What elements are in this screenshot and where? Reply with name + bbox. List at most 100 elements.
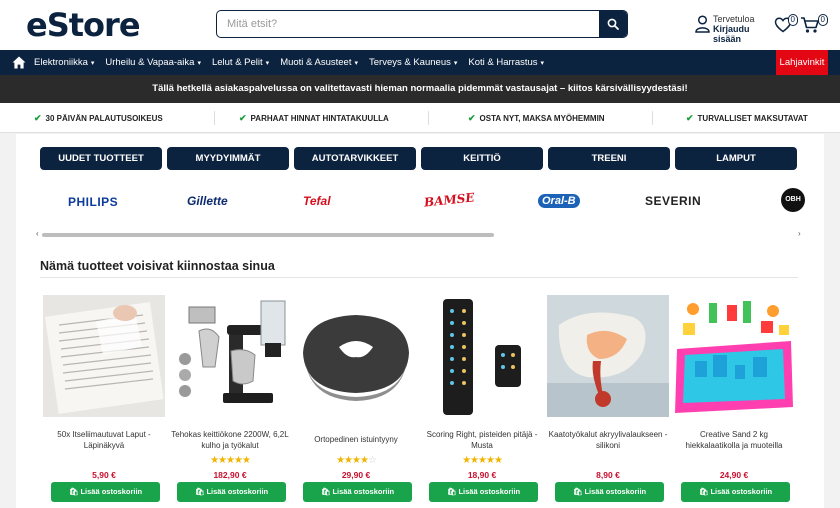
product-card[interactable]: Scoring Right, pisteiden pitäjä - Musta … bbox=[421, 295, 543, 508]
category-button-treeni[interactable]: TREENI bbox=[548, 147, 670, 170]
brand-logo-obh[interactable]: OBH bbox=[781, 188, 805, 212]
gift-ideas-button[interactable]: Lahjavinkit bbox=[776, 50, 828, 75]
check-icon: ✔ bbox=[686, 113, 694, 123]
nav-item-lelut[interactable]: Lelut & Pelit ▾ bbox=[212, 50, 280, 75]
add-to-cart-button[interactable]: 🛍 Lisää ostoskoriin bbox=[681, 482, 790, 502]
divider bbox=[40, 277, 798, 278]
star-icon: ★★★★★ bbox=[462, 455, 503, 466]
product-price: 24,90 € bbox=[719, 470, 749, 480]
home-button[interactable] bbox=[9, 53, 29, 72]
brand-logo-philips[interactable]: PHILIPS bbox=[68, 195, 118, 209]
product-card[interactable]: Tehokas keittiökone 2200W, 6,2L kulho ja… bbox=[169, 295, 291, 508]
product-image-graphic bbox=[421, 295, 543, 417]
wishlist-count-badge: 0 bbox=[787, 14, 798, 26]
add-to-cart-button[interactable]: 🛍 Lisää ostoskoriin bbox=[555, 482, 664, 502]
search-button[interactable] bbox=[599, 11, 627, 37]
product-image[interactable] bbox=[169, 295, 291, 417]
nav-item-terveys[interactable]: Terveys & Kauneus ▾ bbox=[369, 50, 468, 75]
product-image[interactable] bbox=[295, 295, 417, 417]
chevron-down-icon: ▾ bbox=[90, 60, 95, 67]
add-to-cart-label: Lisää ostoskoriin bbox=[206, 487, 269, 496]
store-logo[interactable]: eStore bbox=[26, 6, 141, 44]
product-card[interactable]: Creative Sand 2 kg hiekkalaatikolla ja m… bbox=[673, 295, 795, 508]
product-price: 29,90 € bbox=[341, 470, 371, 480]
nav-item-urheilu[interactable]: Urheilu & Vapaa-aika ▾ bbox=[105, 50, 212, 75]
add-to-cart-button[interactable]: 🛍 Lisää ostoskoriin bbox=[429, 482, 538, 502]
product-image[interactable] bbox=[43, 295, 165, 417]
chevron-down-icon: ▾ bbox=[540, 60, 545, 67]
divider bbox=[214, 111, 215, 125]
rating-stars: ★★★★★ bbox=[421, 455, 543, 466]
product-image[interactable] bbox=[421, 295, 543, 417]
brand-carousel: PHILIPS Gillette Tefal BAMSE Oral-B SEVE… bbox=[32, 184, 808, 224]
notice-banner: Tällä hetkellä asiakaspalvelussa on vali… bbox=[0, 75, 840, 103]
brand-logo-bamse[interactable]: BAMSE bbox=[423, 190, 475, 209]
brand-logo-tefal[interactable]: Tefal bbox=[303, 194, 331, 208]
usp-item: ✔ 30 PÄIVÄN PALAUTUSOIKEUS bbox=[34, 103, 163, 133]
product-card[interactable]: Ortopedinen istuintyyny ★★★★☆ 29,90 € 🛍 … bbox=[295, 295, 417, 508]
product-name[interactable]: Tehokas keittiökone 2200W, 6,2L kulho ja… bbox=[169, 429, 291, 451]
wishlist-button[interactable]: 0 bbox=[774, 14, 798, 34]
category-button-lamput[interactable]: LAMPUT bbox=[675, 147, 797, 170]
usp-item: ✔ TURVALLISET MAKSUTAVAT bbox=[686, 103, 808, 133]
brand-scrollbar[interactable] bbox=[42, 233, 798, 237]
divider bbox=[652, 111, 653, 125]
header: eStore Tervetuloa Kirjaudu sisään 0 0 bbox=[0, 0, 840, 50]
scrollbar-thumb[interactable] bbox=[42, 233, 494, 237]
add-to-cart-label: Lisää ostoskoriin bbox=[458, 487, 521, 496]
product-name[interactable]: Kaatotyökalut akryylivalaukseen - siliko… bbox=[547, 429, 669, 451]
nav-item-elektroniikka[interactable]: Elektroniikka ▾ bbox=[34, 50, 105, 75]
product-name[interactable]: Ortopedinen istuintyyny bbox=[295, 434, 417, 445]
main-nav: Elektroniikka ▾ Urheilu & Vapaa-aika ▾ Lel… bbox=[0, 50, 840, 75]
product-image[interactable] bbox=[673, 295, 795, 417]
product-name[interactable]: Creative Sand 2 kg hiekkalaatikolla ja m… bbox=[673, 429, 795, 451]
account-link[interactable]: Tervetuloa Kirjaudu sisään bbox=[695, 13, 775, 44]
cart-icon: 🛍 bbox=[572, 487, 585, 496]
nav-item-label: Elektroniikka bbox=[34, 57, 88, 68]
cart-icon: 🛍 bbox=[320, 487, 333, 496]
nav-item-label: Terveys & Kauneus bbox=[369, 57, 451, 68]
add-to-cart-button[interactable]: 🛍 Lisää ostoskoriin bbox=[177, 482, 286, 502]
search-input[interactable] bbox=[217, 11, 599, 37]
product-price: 18,90 € bbox=[467, 470, 497, 480]
product-name[interactable]: Scoring Right, pisteiden pitäjä - Musta bbox=[421, 429, 543, 451]
category-button-uudet[interactable]: UUDET TUOTTEET bbox=[40, 147, 162, 170]
product-image[interactable] bbox=[547, 295, 669, 417]
add-to-cart-button[interactable]: 🛍 Lisää ostoskoriin bbox=[303, 482, 412, 502]
chevron-down-icon: ▾ bbox=[197, 60, 201, 67]
carousel-next-arrow[interactable]: › bbox=[798, 229, 801, 238]
nav-item-label: Lelut & Pelit bbox=[211, 57, 263, 68]
search-bar bbox=[216, 10, 628, 38]
carousel-prev-arrow[interactable]: ‹ bbox=[36, 229, 39, 238]
product-card[interactable]: 50x Itseliimautuvat Laput - Läpinäkyvä 5… bbox=[43, 295, 165, 508]
brand-logo-severin[interactable]: SEVERIN bbox=[645, 194, 701, 208]
add-to-cart-label: Lisää ostoskoriin bbox=[80, 487, 143, 496]
category-button-myydyimmat[interactable]: MYYDYIMMÄT bbox=[167, 147, 289, 170]
product-price: 8,90 € bbox=[596, 470, 620, 480]
rating-stars: ★★★★☆ bbox=[295, 455, 417, 466]
category-button-keittio[interactable]: KEITTIÖ bbox=[421, 147, 543, 170]
nav-item-muoti[interactable]: Muoti & Asusteet ▾ bbox=[280, 50, 369, 75]
usp-item: ✔ PARHAAT HINNAT HINTATAKUULLA bbox=[239, 103, 389, 133]
nav-item-koti[interactable]: Koti & Harrastus ▾ bbox=[468, 50, 555, 75]
login-link[interactable]: Kirjaudu sisään bbox=[713, 24, 775, 44]
nav-item-label: Urheilu & Vapaa-aika bbox=[105, 57, 195, 68]
product-image-graphic bbox=[673, 295, 795, 417]
category-button-autotarvikkeet[interactable]: AUTOTARVIKKEET bbox=[294, 147, 416, 170]
product-image-graphic bbox=[169, 295, 291, 417]
star-icon: ★★★★ bbox=[336, 455, 369, 466]
section-title: Nämä tuotteet voisivat kiinnostaa sinua bbox=[40, 259, 275, 273]
divider bbox=[428, 111, 429, 125]
check-icon: ✔ bbox=[34, 113, 42, 123]
cart-button[interactable]: 0 bbox=[800, 14, 828, 34]
brand-logo-oralb[interactable]: Oral-B bbox=[538, 194, 580, 208]
brand-logo-gillette[interactable]: Gillette bbox=[187, 194, 228, 208]
add-to-cart-button[interactable]: 🛍 Lisää ostoskoriin bbox=[51, 482, 160, 502]
star-icon: ★★★★★ bbox=[210, 455, 251, 466]
product-name[interactable]: 50x Itseliimautuvat Laput - Läpinäkyvä bbox=[43, 429, 165, 451]
usp-bar: ✔ 30 PÄIVÄN PALAUTUSOIKEUS ✔ PARHAAT HINNA… bbox=[0, 103, 840, 133]
cart-icon: 🛍 bbox=[194, 487, 207, 496]
add-to-cart-label: Lisää ostoskoriin bbox=[584, 487, 647, 496]
usp-text: TURVALLISET MAKSUTAVAT bbox=[697, 114, 808, 123]
product-card[interactable]: Kaatotyökalut akryylivalaukseen - siliko… bbox=[547, 295, 669, 508]
